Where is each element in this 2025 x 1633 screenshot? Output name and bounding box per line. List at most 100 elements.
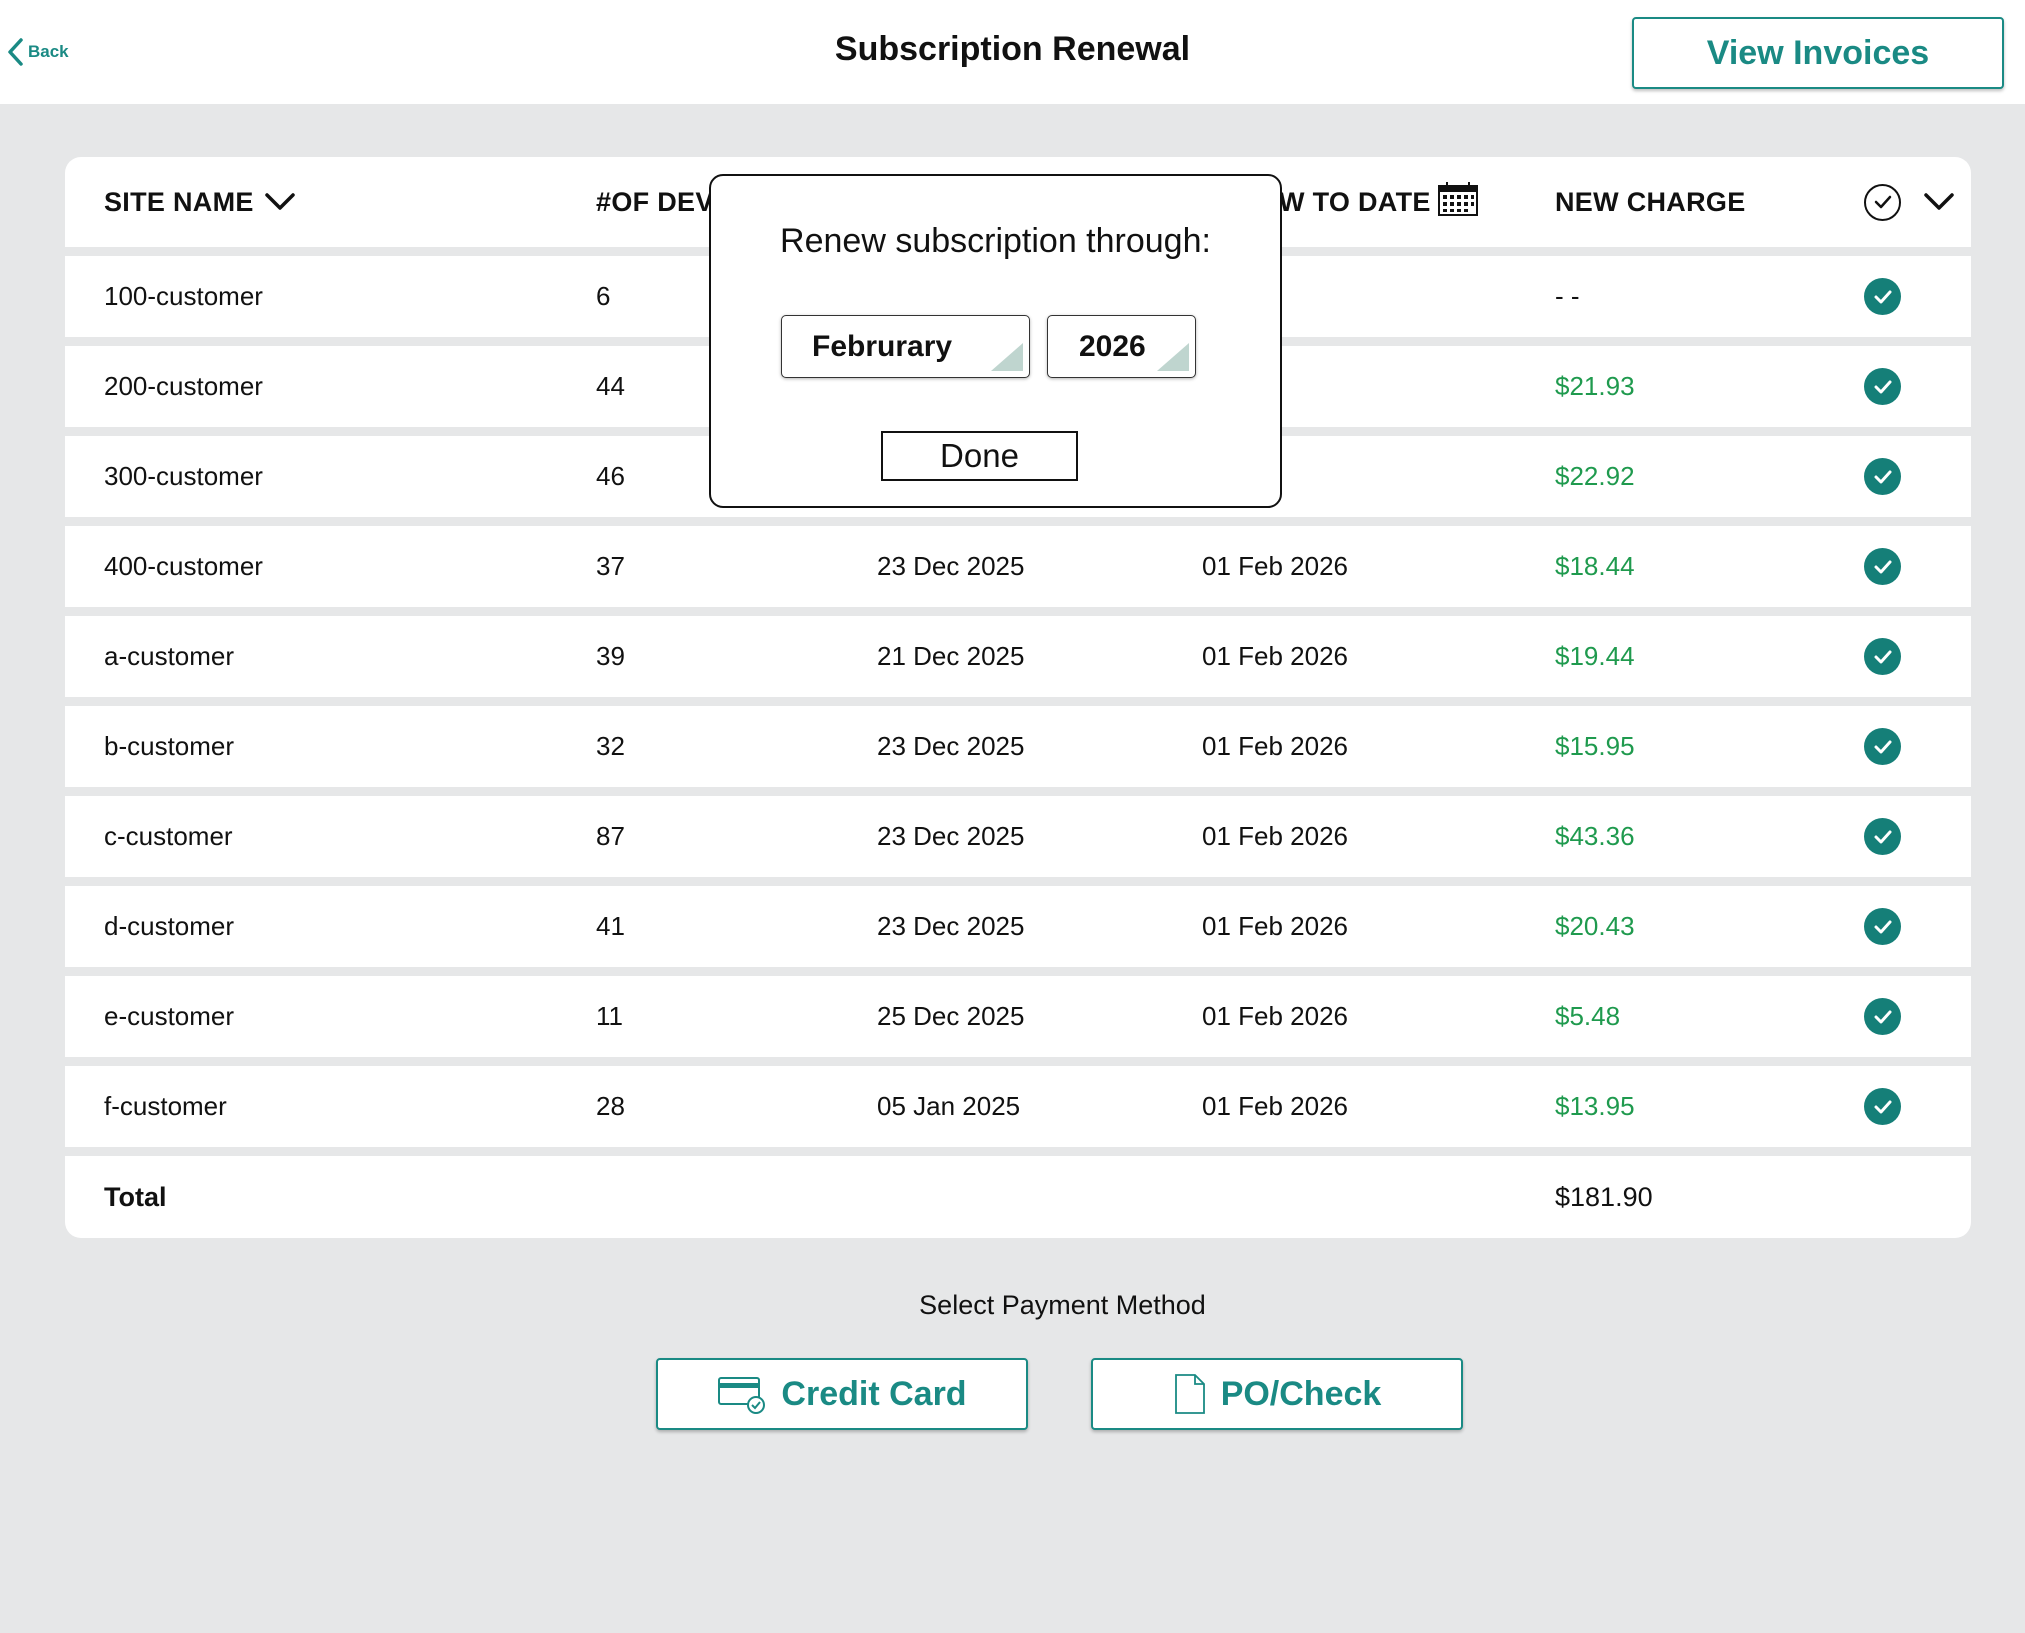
new-charge-cell: $21.93 xyxy=(1555,371,1635,401)
column-header-site-name-label: SITE NAME xyxy=(104,186,254,217)
row-select-checkbox[interactable] xyxy=(1864,1066,1901,1147)
check-circle-icon[interactable] xyxy=(1864,368,1901,405)
site-name-cell: b-customer xyxy=(104,731,235,761)
table-row[interactable]: b-customer 32 23 Dec 2025 01 Feb 2026 $15.95 xyxy=(65,706,1971,787)
credit-card-button[interactable]: Credit Card xyxy=(656,1358,1028,1430)
new-charge-cell: $15.95 xyxy=(1555,731,1635,761)
column-header-site-name[interactable]: SITE NAME xyxy=(104,157,296,247)
credit-card-icon xyxy=(718,1377,766,1414)
table-row[interactable]: e-customer 11 25 Dec 2025 01 Feb 2026 $5.48 xyxy=(65,976,1971,1057)
calendar-icon[interactable] xyxy=(1437,181,1479,217)
renew-to-date-cell: 01 Feb 2026 xyxy=(1202,551,1349,581)
check-circle-icon[interactable] xyxy=(1864,1088,1901,1125)
po-check-button[interactable]: PO/Check xyxy=(1091,1358,1463,1430)
device-count-cell: 6 xyxy=(596,281,611,311)
new-charge-cell: $5.48 xyxy=(1555,1001,1621,1031)
row-select-checkbox[interactable] xyxy=(1864,526,1901,607)
check-circle-icon[interactable] xyxy=(1864,728,1901,765)
chevron-down-icon[interactable] xyxy=(1923,191,1955,213)
row-select-checkbox[interactable] xyxy=(1864,976,1901,1057)
site-name-cell: 100-customer xyxy=(104,281,263,311)
total-label: Total xyxy=(104,1181,167,1212)
renew-to-date-cell: 01 Feb 2026 xyxy=(1202,731,1349,761)
renew-to-date-cell: 01 Feb 2026 xyxy=(1202,641,1349,671)
total-value: $181.90 xyxy=(1555,1181,1653,1212)
last-renewal-date-cell: 23 Dec 2025 xyxy=(877,821,1025,851)
renew-to-date-cell: 01 Feb 2026 xyxy=(1202,1001,1349,1031)
payment-method-label: Select Payment Method xyxy=(919,1290,1206,1320)
check-circle-icon[interactable] xyxy=(1864,278,1901,315)
check-circle-icon[interactable] xyxy=(1864,548,1901,585)
renew-to-date-cell: 01 Feb 2026 xyxy=(1202,911,1349,941)
check-circle-icon[interactable] xyxy=(1864,908,1901,945)
last-renewal-date-cell: 21 Dec 2025 xyxy=(877,641,1025,671)
check-circle-icon[interactable] xyxy=(1864,818,1901,855)
last-renewal-date-cell: 23 Dec 2025 xyxy=(877,731,1025,761)
popup-title: Renew subscription through: xyxy=(780,222,1211,260)
row-select-checkbox[interactable] xyxy=(1864,436,1901,517)
table-row[interactable]: c-customer 87 23 Dec 2025 01 Feb 2026 $43.36 xyxy=(65,796,1971,877)
year-select[interactable]: 2026 xyxy=(1047,315,1196,378)
row-select-checkbox[interactable] xyxy=(1864,256,1901,337)
new-charge-cell: $20.43 xyxy=(1555,911,1635,941)
device-count-cell: 46 xyxy=(596,461,625,491)
last-renewal-date-cell: 05 Jan 2025 xyxy=(877,1091,1021,1121)
device-count-cell: 37 xyxy=(596,551,625,581)
dropdown-corner-icon xyxy=(1157,343,1189,371)
last-renewal-date-cell: 25 Dec 2025 xyxy=(877,1001,1025,1031)
site-name-cell: d-customer xyxy=(104,911,235,941)
row-select-checkbox[interactable] xyxy=(1864,886,1901,967)
site-name-cell: f-customer xyxy=(104,1091,227,1121)
app-header: Back Subscription Renewal View Invoices xyxy=(0,0,2025,104)
device-count-cell: 28 xyxy=(596,1091,625,1121)
site-name-cell: 300-customer xyxy=(104,461,263,491)
last-renewal-date-cell: 23 Dec 2025 xyxy=(877,911,1025,941)
site-name-cell: e-customer xyxy=(104,1001,235,1031)
row-select-checkbox[interactable] xyxy=(1864,706,1901,787)
year-select-value: 2026 xyxy=(1079,329,1146,363)
new-charge-cell: - - xyxy=(1555,281,1580,311)
column-header-renew-to-date-label: W TO DATE xyxy=(1279,186,1431,217)
dropdown-corner-icon xyxy=(991,343,1023,371)
select-all-check-icon[interactable] xyxy=(1864,183,1901,221)
done-button[interactable]: Done xyxy=(881,431,1078,481)
site-name-cell: a-customer xyxy=(104,641,235,671)
device-count-cell: 32 xyxy=(596,731,625,761)
month-select-value: Februrary xyxy=(812,329,953,363)
row-select-checkbox[interactable] xyxy=(1864,796,1901,877)
new-charge-cell: $13.95 xyxy=(1555,1091,1635,1121)
po-check-label: PO/Check xyxy=(1220,1374,1382,1413)
column-header-devices[interactable]: #OF DEV xyxy=(596,157,714,247)
device-count-cell: 11 xyxy=(596,1001,623,1031)
table-row[interactable]: 400-customer 37 23 Dec 2025 01 Feb 2026 $18.… xyxy=(65,526,1971,607)
device-count-cell: 87 xyxy=(596,821,625,851)
device-count-cell: 39 xyxy=(596,641,625,671)
column-header-new-charge[interactable]: NEW CHARGE xyxy=(1555,157,1746,247)
new-charge-cell: $18.44 xyxy=(1555,551,1635,581)
table-row[interactable]: d-customer 41 23 Dec 2025 01 Feb 2026 $20.43 xyxy=(65,886,1971,967)
renew-through-popup: Renew subscription through: Februrary 20… xyxy=(709,174,1282,508)
check-circle-icon[interactable] xyxy=(1864,998,1901,1035)
table-row[interactable]: a-customer 39 21 Dec 2025 01 Feb 2026 $19.44 xyxy=(65,616,1971,697)
month-select[interactable]: Februrary xyxy=(781,315,1030,378)
credit-card-label: Credit Card xyxy=(781,1374,967,1413)
renew-to-date-cell: 01 Feb 2026 xyxy=(1202,1091,1349,1121)
select-all-control[interactable] xyxy=(1864,157,1955,247)
check-circle-icon[interactable] xyxy=(1864,458,1901,495)
new-charge-cell: $43.36 xyxy=(1555,821,1635,851)
row-select-checkbox[interactable] xyxy=(1864,346,1901,427)
chevron-down-icon xyxy=(264,193,295,210)
new-charge-cell: $19.44 xyxy=(1555,641,1635,671)
row-select-checkbox[interactable] xyxy=(1864,616,1901,697)
last-renewal-date-cell: 23 Dec 2025 xyxy=(877,551,1025,581)
total-row: Total $181.90 xyxy=(65,1156,1971,1238)
site-name-cell: 400-customer xyxy=(104,551,263,581)
column-header-renew-to-date[interactable]: W TO DATE xyxy=(1279,157,1479,247)
renew-to-date-cell: 01 Feb 2026 xyxy=(1202,821,1349,851)
table-row[interactable]: f-customer 28 05 Jan 2025 01 Feb 2026 $13.95 xyxy=(65,1066,1971,1147)
document-icon xyxy=(1174,1374,1205,1414)
view-invoices-button[interactable]: View Invoices xyxy=(1632,17,2004,89)
site-name-cell: c-customer xyxy=(104,821,233,851)
check-circle-icon[interactable] xyxy=(1864,638,1901,675)
device-count-cell: 41 xyxy=(596,911,625,941)
